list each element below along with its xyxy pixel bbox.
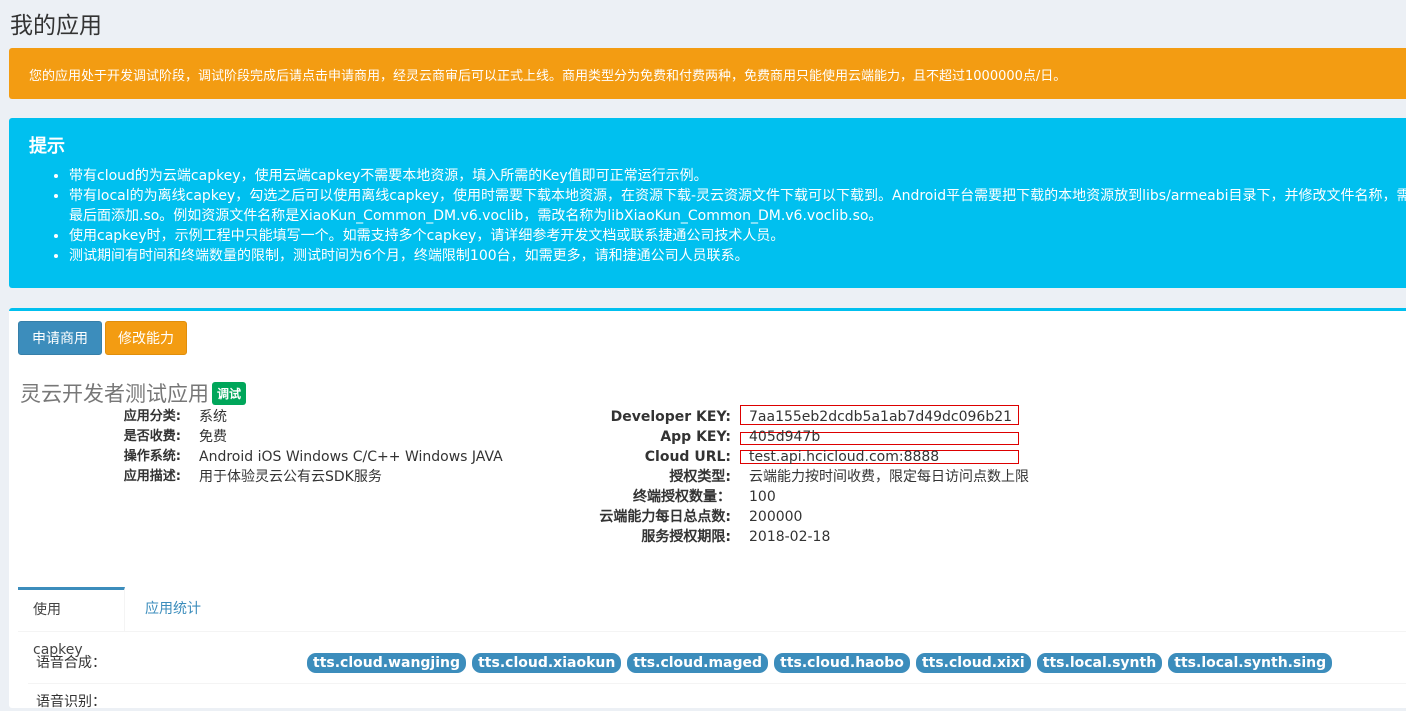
capkey-tag[interactable]: tts.cloud.haobo: [774, 653, 910, 673]
app-key-value: 405d947b: [749, 429, 821, 445]
page-title: 我的应用: [10, 13, 102, 39]
debug-status-badge: 调试: [212, 382, 247, 405]
capkey-tag[interactable]: tts.local.synth: [1036, 653, 1163, 673]
capkey-row-tts: 语音合成： tts.cloud.wangjing tts.cloud.xiaok…: [28, 643, 1406, 684]
capkey-category-label: 语音识别：: [36, 694, 106, 710]
tab-app-statistics[interactable]: 应用统计: [130, 587, 216, 631]
info-value: 云端能力按时间收费，限定每日访问点数上限: [749, 469, 1029, 485]
info-label: 授权类型:: [669, 469, 731, 485]
warning-text: 您的应用处于开发调试阶段，调试阶段完成后请点击申请商用，经灵云商审后可以正式上线…: [29, 69, 1067, 84]
cloud-url-value: test.api.hcicloud.com:8888: [749, 449, 940, 465]
tip-item: 带有local的为离线capkey，勾选之后可以使用离线capkey，使用时需要…: [69, 186, 1406, 226]
info-label: 终端授权数量：: [633, 489, 731, 505]
capkey-tag[interactable]: tts.local.synth.sing: [1168, 653, 1333, 673]
info-label: Cloud URL:: [644, 449, 731, 465]
capkey-tag[interactable]: tts.cloud.xiaokun: [472, 653, 622, 673]
capkey-tag[interactable]: tts.cloud.xixi: [915, 653, 1031, 673]
capkey-tag[interactable]: tts.cloud.wangjing: [307, 653, 467, 673]
tip-item: 带有cloud的为云端capkey，使用云端capkey不需要本地资源，填入所需…: [69, 166, 1399, 186]
info-label: 服务授权期限:: [641, 529, 731, 545]
app-detail-box: 申请商用 修改能力 灵云开发者测试应用 调试 应用分类: 系统 是否收费: 免费 …: [9, 308, 1406, 710]
capkey-tags: tts.cloud.wangjing tts.cloud.xiaokun tts…: [307, 652, 1333, 673]
tab-use-capkey[interactable]: 使用capkey: [18, 587, 125, 658]
app-name: 灵云开发者测试应用: [20, 382, 209, 406]
app-name-heading: 灵云开发者测试应用 调试: [20, 378, 247, 408]
dev-stage-warning: 您的应用处于开发调试阶段，调试阶段完成后请点击申请商用，经灵云商审后可以正式上线…: [9, 48, 1406, 99]
info-value: 200000: [749, 509, 803, 525]
tip-item: 测试期间有时间和终端数量的限制，测试时间为6个月，终端限制100台，如需更多，请…: [69, 246, 1399, 266]
info-value: 100: [749, 489, 776, 505]
developer-key-value: 7aa155eb2dcdb5a1ab7d49dc096b21: [749, 409, 1013, 425]
tip-item: 使用capkey时，示例工程中只能填写一个。如需支持多个capkey，请详细参考…: [69, 226, 1399, 246]
modify-ability-button[interactable]: 修改能力: [105, 321, 187, 355]
info-label: Developer KEY:: [610, 409, 731, 425]
detail-tabs: 使用capkey 应用统计: [18, 587, 1406, 658]
tips-callout: 提示 带有cloud的为云端capkey，使用云端capkey不需要本地资源，填…: [9, 118, 1406, 288]
info-label: 云端能力每日总点数:: [599, 509, 731, 525]
tips-title: 提示: [29, 136, 65, 157]
capkey-tag[interactable]: tts.cloud.maged: [627, 653, 769, 673]
capkey-category-label: 语音合成：: [36, 655, 106, 671]
tips-list: 带有cloud的为云端capkey，使用云端capkey不需要本地资源，填入所需…: [29, 166, 1406, 266]
info-value: 2018-02-18: [749, 529, 831, 545]
apply-commercial-button[interactable]: 申请商用: [18, 321, 102, 355]
info-label: App KEY:: [660, 429, 731, 445]
